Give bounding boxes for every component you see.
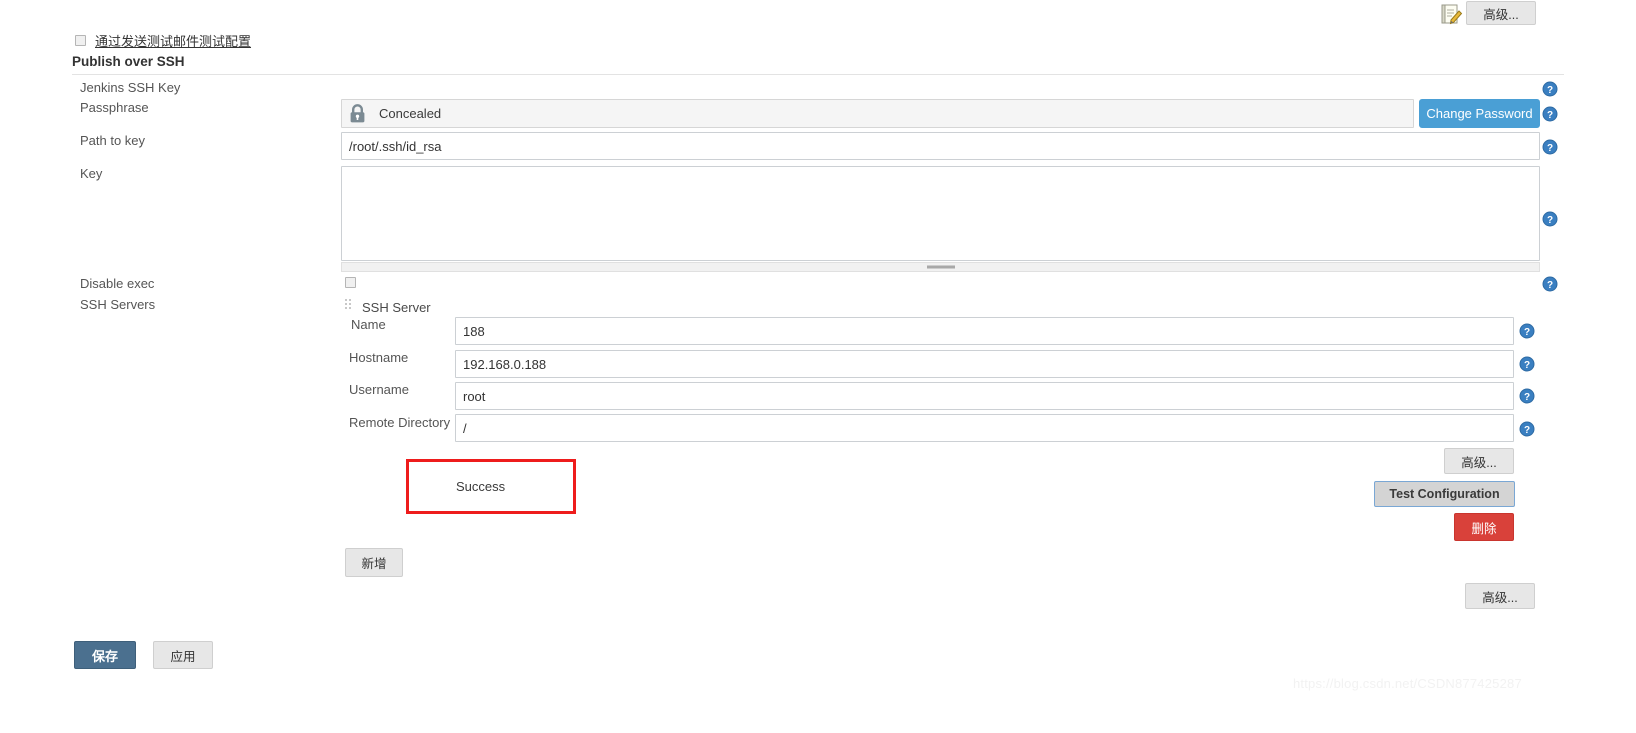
- resize-grip-icon: [926, 265, 955, 269]
- notepad-edit-icon[interactable]: [1439, 2, 1463, 26]
- hostname-input[interactable]: 192.168.0.188: [455, 350, 1514, 378]
- drag-handle-icon[interactable]: [345, 299, 353, 315]
- help-icon-username[interactable]: ?: [1519, 388, 1535, 404]
- svg-text:?: ?: [1547, 143, 1553, 154]
- help-icon-name[interactable]: ?: [1519, 323, 1535, 339]
- bottom-advanced-button[interactable]: 高级...: [1465, 583, 1535, 609]
- section-divider: [72, 74, 1564, 75]
- label-passphrase: Passphrase: [80, 100, 149, 115]
- svg-text:?: ?: [1524, 425, 1530, 436]
- change-password-button[interactable]: Change Password: [1419, 99, 1540, 128]
- label-jenkins-ssh-key: Jenkins SSH Key: [80, 80, 181, 95]
- label-hostname: Hostname: [349, 350, 409, 365]
- lock-icon: [349, 104, 366, 123]
- key-textarea[interactable]: [341, 166, 1540, 261]
- apply-button[interactable]: 应用: [153, 641, 213, 669]
- test-result-annotation: Success: [406, 459, 576, 514]
- svg-text:?: ?: [1524, 392, 1530, 403]
- svg-text:?: ?: [1524, 327, 1530, 338]
- help-icon-path-to-key[interactable]: ?: [1542, 139, 1558, 155]
- watermark: https://blog.csdn.net/CSDN877425287: [1293, 676, 1522, 691]
- section-title: Publish over SSH: [72, 54, 185, 69]
- disable-exec-checkbox[interactable]: [345, 277, 356, 288]
- passphrase-value: Concealed: [379, 106, 442, 121]
- add-ssh-server-button[interactable]: 新增: [345, 548, 403, 577]
- help-icon-passphrase[interactable]: ?: [1542, 106, 1558, 122]
- path-to-key-input[interactable]: /root/.ssh/id_rsa: [341, 132, 1540, 160]
- label-disable-exec: Disable exec: [80, 276, 155, 291]
- delete-ssh-server-button[interactable]: 删除: [1454, 513, 1514, 541]
- label-remote-directory: Remote Directory: [349, 415, 451, 430]
- help-icon-remote-directory[interactable]: ?: [1519, 421, 1535, 437]
- ssh-server-advanced-button[interactable]: 高级...: [1444, 448, 1514, 474]
- svg-text:?: ?: [1547, 280, 1553, 291]
- top-advanced-button[interactable]: 高级...: [1466, 1, 1536, 25]
- help-icon-jenkins-ssh-key[interactable]: ?: [1542, 81, 1558, 97]
- svg-text:?: ?: [1547, 215, 1553, 226]
- save-button[interactable]: 保存: [74, 641, 136, 669]
- test-result-text: Success: [456, 479, 506, 494]
- ssh-server-title: SSH Server: [362, 299, 431, 315]
- help-icon-key[interactable]: ?: [1542, 211, 1558, 227]
- svg-text:?: ?: [1547, 85, 1553, 96]
- test-configuration-button[interactable]: Test Configuration: [1374, 481, 1515, 507]
- label-key: Key: [80, 166, 103, 181]
- key-textarea-resize-handle[interactable]: [341, 262, 1540, 272]
- test-mail-checkbox[interactable]: [75, 35, 86, 46]
- ssh-server-heading: SSH Server: [345, 299, 431, 315]
- passphrase-field: Concealed: [341, 99, 1414, 128]
- svg-text:?: ?: [1524, 360, 1530, 371]
- help-icon-hostname[interactable]: ?: [1519, 356, 1535, 372]
- username-input[interactable]: root: [455, 382, 1514, 410]
- name-input[interactable]: 188: [455, 317, 1514, 345]
- remote-directory-input[interactable]: /: [455, 414, 1514, 442]
- label-ssh-servers: SSH Servers: [80, 297, 156, 312]
- label-name: Name: [351, 317, 386, 332]
- test-mail-label[interactable]: 通过发送测试邮件测试配置: [95, 31, 251, 50]
- label-path-to-key: Path to key: [80, 133, 146, 148]
- svg-text:?: ?: [1547, 110, 1553, 121]
- test-mail-row[interactable]: 通过发送测试邮件测试配置: [75, 31, 251, 50]
- label-username: Username: [349, 382, 409, 397]
- help-icon-disable-exec[interactable]: ?: [1542, 276, 1558, 292]
